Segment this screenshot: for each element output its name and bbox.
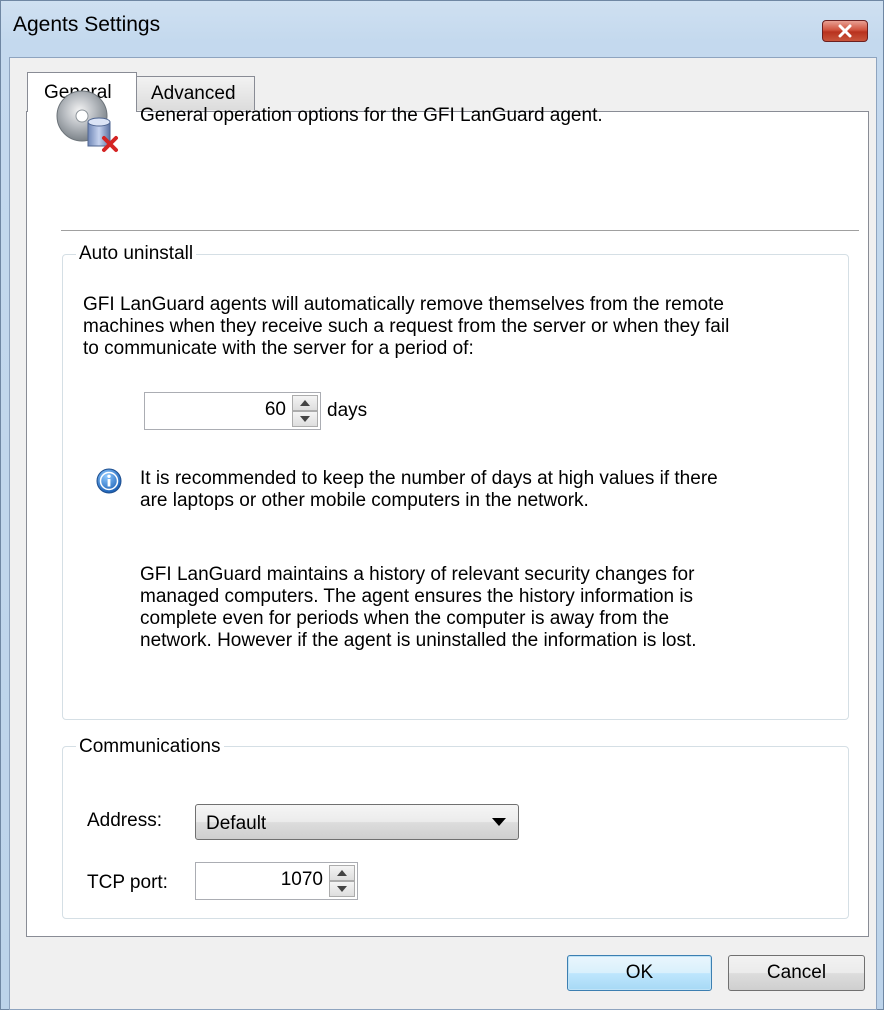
days-decrement-button[interactable] [292, 411, 318, 427]
port-decrement-button[interactable] [329, 881, 355, 897]
communications-legend: Communications [76, 736, 224, 758]
auto-uninstall-legend: Auto uninstall [76, 243, 197, 265]
close-icon [838, 24, 852, 38]
address-dropdown[interactable]: Default [195, 804, 519, 840]
port-increment-button[interactable] [329, 865, 355, 881]
arrow-down-icon [300, 416, 310, 422]
tab-advanced-label: Advanced [151, 82, 236, 104]
cancel-button-label: Cancel [766, 962, 827, 983]
info-note: It is recommended to keep the number of … [140, 468, 718, 512]
info-line: It is recommended to keep the number of … [140, 468, 718, 489]
days-spin-input[interactable]: 60 [144, 392, 321, 430]
history-line: complete even for periods when the compu… [140, 608, 670, 629]
description-line: GFI LanGuard agents will automatically r… [83, 294, 724, 315]
window-title: Agents Settings [13, 13, 161, 36]
tcp-port-spin-buttons [329, 865, 355, 897]
days-value: 60 [264, 399, 286, 420]
tcp-port-value: 1070 [280, 869, 323, 890]
ok-button-label: OK [625, 962, 654, 983]
auto-uninstall-description: GFI LanGuard agents will automatically r… [83, 294, 729, 360]
close-button[interactable] [822, 20, 868, 42]
info-icon [96, 468, 122, 494]
cancel-button[interactable]: Cancel [728, 955, 865, 991]
description-line: to communicate with the server for a per… [83, 338, 474, 359]
info-line: are laptops or other mobile computers in… [140, 490, 589, 511]
history-line: managed computers. The agent ensures the… [140, 586, 694, 607]
chevron-down-icon [492, 818, 506, 826]
header-description: General operation options for the GFI La… [140, 105, 603, 126]
address-selected-value: Default [206, 813, 267, 834]
agents-settings-dialog: Agents Settings General Advanced [0, 0, 884, 1010]
arrow-down-icon [337, 886, 347, 892]
days-unit-label: days [327, 400, 368, 421]
days-increment-button[interactable] [292, 395, 318, 411]
arrow-up-icon [337, 870, 347, 876]
cd-agent-remove-icon [56, 90, 118, 152]
header-divider [61, 230, 859, 231]
address-label: Address: [87, 810, 162, 831]
ok-button[interactable]: OK [567, 955, 712, 991]
tcp-port-label: TCP port: [87, 872, 168, 893]
title-bar[interactable]: Agents Settings [1, 1, 883, 57]
history-line: GFI LanGuard maintains a history of rele… [140, 564, 695, 585]
history-line: network. However if the agent is uninsta… [140, 630, 697, 651]
arrow-up-icon [300, 400, 310, 406]
tcp-port-spin-input[interactable]: 1070 [195, 862, 358, 900]
days-spin-buttons [292, 395, 318, 427]
history-note: GFI LanGuard maintains a history of rele… [140, 564, 697, 652]
description-line: machines when they receive such a reques… [83, 316, 730, 337]
